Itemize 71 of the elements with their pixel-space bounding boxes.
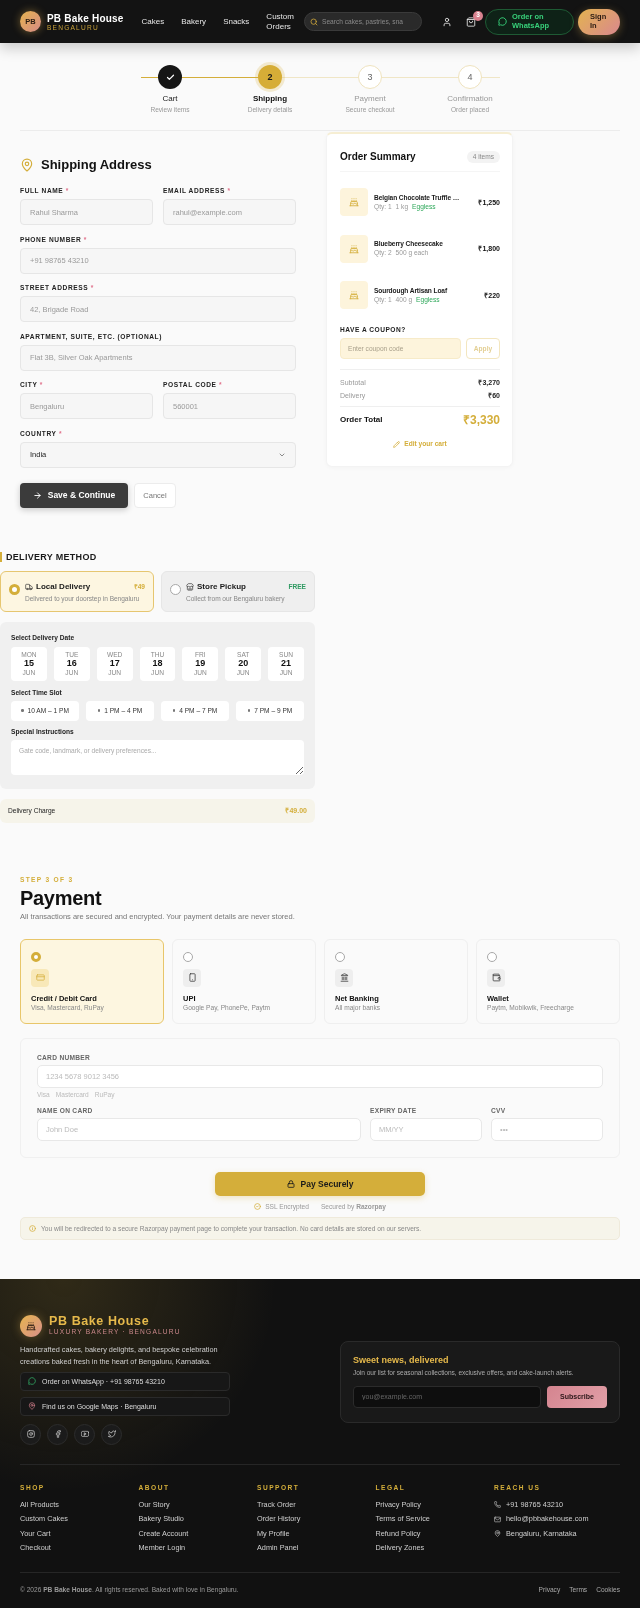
chat-bubble-icon bbox=[28, 1377, 36, 1385]
map-pin-icon bbox=[20, 158, 34, 172]
radio-button[interactable] bbox=[487, 951, 497, 962]
step-label: Payment bbox=[354, 94, 386, 104]
instagram-icon[interactable] bbox=[20, 1423, 41, 1445]
radio-button[interactable] bbox=[31, 951, 41, 962]
footer-brand-name: PB Bake House bbox=[49, 1315, 150, 1328]
youtube-icon[interactable] bbox=[74, 1423, 95, 1445]
nav-link[interactable]: Cakes bbox=[141, 16, 165, 27]
order-total-label: Order Total bbox=[340, 414, 383, 424]
nav-link[interactable]: Custom Orders bbox=[266, 12, 301, 31]
section-title: Shipping Address bbox=[41, 157, 152, 173]
step-label: Confirmation bbox=[447, 94, 493, 104]
user-icon[interactable] bbox=[442, 16, 452, 27]
day-number: 17 bbox=[109, 658, 120, 669]
radio-button[interactable] bbox=[9, 583, 20, 595]
phone-icon bbox=[494, 1501, 501, 1508]
check-circle-icon bbox=[254, 1203, 262, 1210]
mail-icon bbox=[494, 1515, 501, 1523]
cake-icon bbox=[349, 197, 359, 207]
chat-bubble-icon bbox=[498, 17, 507, 26]
day-number: 19 bbox=[195, 658, 206, 669]
order-total-value: ₹3,330 bbox=[462, 411, 500, 428]
arrow-right-icon bbox=[32, 490, 42, 500]
bullet-icon bbox=[247, 709, 251, 712]
search-icon bbox=[310, 17, 318, 26]
cake-icon bbox=[349, 243, 359, 254]
step-label: Cart bbox=[162, 94, 178, 104]
smartphone-icon bbox=[183, 968, 201, 987]
bullet-icon bbox=[172, 709, 176, 712]
section-title: Payment bbox=[20, 886, 102, 909]
card-title: Order Summary bbox=[340, 151, 416, 163]
option-name: Local Delivery bbox=[36, 581, 91, 592]
step-number: 2 bbox=[258, 65, 282, 89]
cake-icon bbox=[20, 1314, 42, 1337]
save-continue-button[interactable]: Save & Continue bbox=[20, 482, 128, 508]
check-icon bbox=[165, 72, 175, 82]
lock-icon bbox=[286, 1179, 295, 1188]
radio-button[interactable] bbox=[183, 951, 193, 962]
day-number: 20 bbox=[238, 658, 249, 669]
day-number: 15 bbox=[23, 658, 34, 669]
info-icon bbox=[29, 1224, 36, 1232]
step-number: 4 bbox=[458, 65, 482, 89]
radio-button[interactable] bbox=[170, 583, 181, 595]
pencil-icon bbox=[393, 440, 401, 448]
nav-link[interactable]: Bakery bbox=[181, 16, 207, 27]
map-pin-icon bbox=[494, 1530, 501, 1537]
credit-card-icon bbox=[31, 968, 49, 987]
option-name: Store Pickup bbox=[197, 581, 246, 592]
day-number: 21 bbox=[281, 658, 292, 669]
pay-button[interactable]: Pay Securely bbox=[215, 1171, 425, 1196]
store-icon bbox=[186, 582, 194, 591]
cake-icon bbox=[349, 290, 359, 300]
facebook-icon[interactable] bbox=[47, 1423, 68, 1445]
bank-icon bbox=[335, 968, 353, 987]
day-number: 16 bbox=[66, 658, 77, 669]
step-label: Shipping bbox=[252, 94, 288, 104]
section-title: DELIVERY METHOD bbox=[0, 551, 97, 562]
twitter-icon[interactable] bbox=[101, 1423, 122, 1445]
newsletter-title: Sweet news, delivered bbox=[353, 1354, 449, 1366]
bullet-icon bbox=[21, 709, 24, 712]
radio-button[interactable] bbox=[335, 951, 345, 962]
bullet-icon bbox=[97, 709, 101, 712]
wallet-icon bbox=[487, 968, 505, 987]
brand-name: PB Bake House bbox=[47, 12, 124, 24]
truck-icon bbox=[25, 582, 33, 591]
shopping-bag-icon[interactable] bbox=[466, 16, 476, 27]
nav-link[interactable]: Snacks bbox=[223, 16, 250, 27]
day-number: 18 bbox=[152, 658, 163, 669]
step-number: 3 bbox=[358, 65, 382, 89]
map-pin-icon bbox=[28, 1402, 36, 1410]
